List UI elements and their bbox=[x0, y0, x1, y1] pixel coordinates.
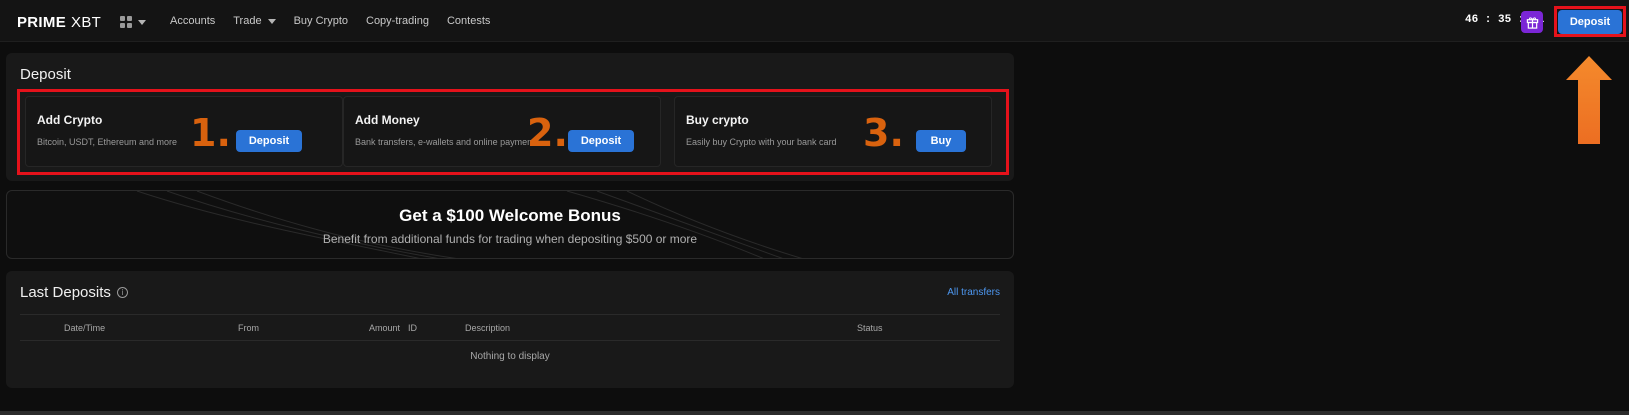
bottom-divider bbox=[0, 411, 1629, 415]
card-subtitle: Easily buy Crypto with your bank card bbox=[686, 137, 837, 147]
gift-icon bbox=[1526, 16, 1538, 29]
add-money-card: Add Money Bank transfers, e-wallets and … bbox=[343, 96, 661, 167]
empty-state-text: Nothing to display bbox=[470, 351, 550, 362]
logo-prime: PRIME bbox=[17, 13, 67, 31]
apps-menu-button[interactable] bbox=[120, 13, 154, 31]
deposit-panel: Deposit Add Crypto Bitcoin, USDT, Ethere… bbox=[6, 53, 1014, 181]
last-deposits-panel: Last Deposits i All transfers Date/Time … bbox=[6, 271, 1014, 388]
buy-crypto-card: Buy crypto Easily buy Crypto with your b… bbox=[674, 96, 992, 167]
bonus-heading: Get a $100 Welcome Bonus bbox=[399, 206, 621, 225]
buy-crypto-buy-button[interactable]: Buy bbox=[916, 130, 966, 152]
primexbt-logo[interactable]: PRIME XBT bbox=[17, 12, 101, 32]
add-crypto-deposit-button[interactable]: Deposit bbox=[236, 130, 302, 152]
col-date-time[interactable]: Date/Time bbox=[64, 323, 105, 333]
info-icon[interactable]: i bbox=[116, 287, 128, 298]
col-id[interactable]: ID bbox=[408, 323, 417, 333]
col-from[interactable]: From bbox=[238, 323, 259, 333]
up-arrow-annotation bbox=[1566, 56, 1612, 144]
header-deposit-button[interactable]: Deposit bbox=[1558, 10, 1622, 34]
col-status[interactable]: Status bbox=[857, 323, 883, 333]
main-nav: Accounts Trade Buy Crypto Copy-trading C… bbox=[170, 0, 508, 42]
card-title: Add Crypto bbox=[37, 113, 103, 127]
nav-accounts[interactable]: Accounts bbox=[170, 15, 215, 27]
step-number-annotation: 1. bbox=[190, 111, 231, 155]
welcome-bonus-banner[interactable]: Get a $100 Welcome Bonus Benefit from ad… bbox=[6, 190, 1014, 259]
nav-copy-trading[interactable]: Copy-trading bbox=[366, 15, 429, 27]
last-deposits-header: Last Deposits i bbox=[20, 284, 128, 301]
top-navigation-bar: PRIME XBT Accounts Trade Buy Crypto Copy… bbox=[0, 0, 1629, 42]
col-description[interactable]: Description bbox=[465, 323, 510, 333]
chevron-down-icon bbox=[138, 19, 146, 25]
card-title: Add Money bbox=[355, 113, 420, 127]
card-title: Buy crypto bbox=[686, 113, 749, 127]
table-header: Date/Time From Amount ID Description Sta… bbox=[20, 314, 1000, 341]
nav-trade[interactable]: Trade bbox=[233, 15, 276, 27]
step-number-annotation: 2. bbox=[527, 111, 568, 155]
all-transfers-link[interactable]: All transfers bbox=[947, 287, 1000, 298]
col-amount[interactable]: Amount bbox=[369, 323, 400, 333]
last-deposits-title: Last Deposits bbox=[20, 284, 111, 301]
deposit-title: Deposit bbox=[20, 66, 71, 83]
nav-buy-crypto[interactable]: Buy Crypto bbox=[294, 15, 348, 27]
add-money-deposit-button[interactable]: Deposit bbox=[568, 130, 634, 152]
bonus-subtext: Benefit from additional funds for tradin… bbox=[322, 232, 698, 246]
chevron-down-icon bbox=[267, 18, 276, 24]
logo-xbt: XBT bbox=[71, 13, 102, 31]
step-number-annotation: 3. bbox=[863, 111, 904, 155]
gift-button[interactable] bbox=[1521, 11, 1543, 33]
card-subtitle: Bank transfers, e-wallets and online pay… bbox=[355, 137, 540, 147]
nav-contests[interactable]: Contests bbox=[447, 15, 490, 27]
apps-grid-icon bbox=[120, 16, 132, 28]
card-subtitle: Bitcoin, USDT, Ethereum and more bbox=[37, 137, 178, 147]
add-crypto-card: Add Crypto Bitcoin, USDT, Ethereum and m… bbox=[25, 96, 343, 167]
